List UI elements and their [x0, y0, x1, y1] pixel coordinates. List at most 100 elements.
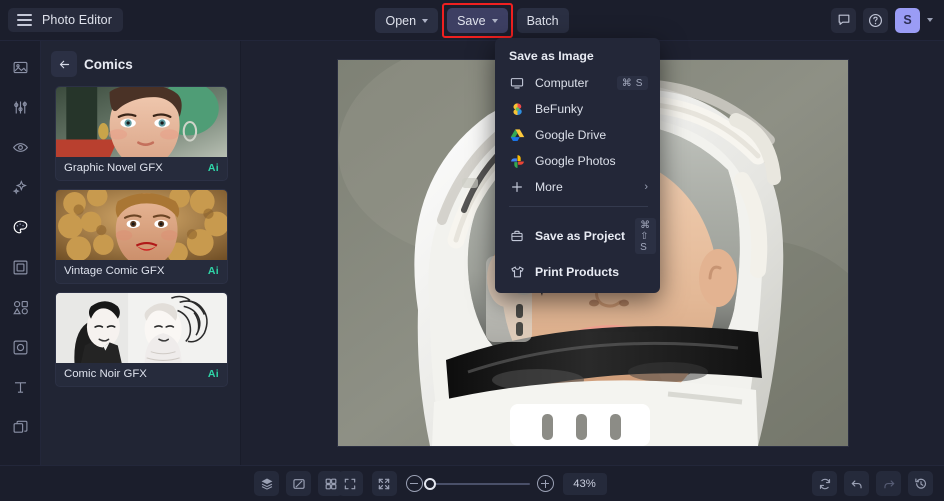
- app-title: Photo Editor: [42, 13, 112, 27]
- menu-item-label: Computer: [535, 76, 589, 90]
- arrow-left-icon: [59, 60, 69, 68]
- zoom-slider-group: [405, 475, 554, 492]
- save-button[interactable]: Save: [447, 8, 508, 33]
- shortcut-badge: ⌘ S: [616, 76, 648, 90]
- reset-button[interactable]: [812, 471, 837, 496]
- comic-noir-preview-icon: [56, 293, 227, 363]
- topbar-right: S: [831, 7, 944, 33]
- feedback-button[interactable]: [831, 7, 856, 33]
- google-drive-icon: [509, 127, 525, 143]
- zoom-out-icon[interactable]: [405, 475, 423, 492]
- batch-button[interactable]: Batch: [516, 8, 569, 33]
- sidebar-item-image[interactable]: [6, 53, 34, 81]
- chevron-down-icon[interactable]: [927, 18, 933, 22]
- menu-item-label: BeFunky: [535, 102, 584, 116]
- app-menu-button[interactable]: Photo Editor: [8, 8, 123, 32]
- menu-item-label: Save as Project: [535, 229, 626, 243]
- editor-body: Comics Graphic Novel GFX Ai Vintage Comi…: [0, 41, 944, 465]
- list-item[interactable]: Comic Noir GFX Ai: [55, 292, 228, 387]
- effect-thumbnail: [56, 190, 227, 260]
- menu-item-google-photos[interactable]: Google Photos: [495, 148, 660, 174]
- menu-item-computer[interactable]: Computer ⌘ S: [495, 70, 660, 96]
- sidebar-item-graphics[interactable]: [6, 293, 34, 321]
- panel-header: Comics: [41, 41, 240, 86]
- layers-button[interactable]: [254, 471, 279, 496]
- fit-to-screen-button[interactable]: [337, 471, 363, 496]
- grid-view-icon: [325, 478, 336, 489]
- effect-card-list: Graphic Novel GFX Ai Vintage Comic GFX A…: [41, 86, 240, 407]
- effect-thumbnail: [56, 87, 227, 157]
- help-button[interactable]: [863, 7, 888, 33]
- sidebar-item-layers[interactable]: [6, 413, 34, 441]
- top-toolbar: Photo Editor Open Save Batch S: [0, 0, 944, 41]
- image-icon: [13, 61, 27, 73]
- save-menu-header: Save as Image: [509, 49, 594, 63]
- effect-card-footer: Comic Noir GFX Ai: [56, 363, 227, 386]
- sidebar-item-text[interactable]: [6, 373, 34, 401]
- menu-item-befunky[interactable]: BeFunky: [495, 96, 660, 122]
- avatar[interactable]: S: [895, 7, 920, 33]
- zoom-level-value[interactable]: 43%: [562, 472, 607, 495]
- menu-divider: [509, 206, 648, 207]
- menu-item-google-drive[interactable]: Google Drive: [495, 122, 660, 148]
- back-button[interactable]: [51, 51, 77, 77]
- bottombar-right-tools: [812, 471, 933, 496]
- tool-rail: [0, 41, 41, 465]
- open-button[interactable]: Open: [375, 8, 439, 33]
- sidebar-item-overlays[interactable]: [6, 333, 34, 361]
- sidebar-item-effects[interactable]: [6, 173, 34, 201]
- chevron-down-icon: [491, 19, 498, 23]
- monitor-icon: [509, 75, 525, 91]
- list-item[interactable]: Vintage Comic GFX Ai: [55, 189, 228, 284]
- menu-item-print-products[interactable]: Print Products: [495, 259, 660, 285]
- sidebar-item-artsy[interactable]: [6, 213, 34, 241]
- history-button[interactable]: [908, 471, 933, 496]
- redo-button[interactable]: [876, 471, 901, 496]
- tshirt-icon: [509, 264, 525, 280]
- menu-item-label: Google Drive: [535, 128, 607, 142]
- question-circle-icon: [869, 13, 882, 27]
- page-title: Comics: [84, 56, 133, 72]
- sidebar-item-retouch[interactable]: [6, 133, 34, 161]
- chevron-down-icon: [422, 19, 429, 23]
- list-item-label: Graphic Novel GFX: [64, 162, 163, 174]
- topbar-center-menus: Open Save Batch: [0, 0, 944, 41]
- history-icon: [914, 477, 926, 489]
- undo-button[interactable]: [844, 471, 869, 496]
- eye-retouch-icon: [12, 142, 28, 152]
- save-button-wrapper: Save: [442, 3, 513, 38]
- actual-size-button[interactable]: [371, 471, 397, 496]
- plus-icon: [509, 179, 525, 195]
- bottom-toolbar: 43%: [0, 465, 944, 501]
- sidebar-item-frames[interactable]: [6, 253, 34, 281]
- graphics-shapes-icon: [12, 300, 28, 314]
- ai-badge: Ai: [207, 162, 219, 174]
- redo-icon: [883, 479, 894, 488]
- sidebar-item-adjust[interactable]: [6, 93, 34, 121]
- menu-item-label: Print Products: [535, 265, 619, 279]
- list-item-label: Vintage Comic GFX: [64, 265, 165, 277]
- zoom-slider[interactable]: [423, 477, 530, 490]
- befunky-logo-icon: [509, 101, 525, 117]
- menu-item-more[interactable]: More ›: [495, 174, 660, 200]
- effects-sparkle-icon: [12, 179, 27, 195]
- ai-badge: Ai: [207, 265, 219, 277]
- save-menu-dropdown: Save as Image Computer ⌘ S BeFunky Googl…: [495, 38, 660, 293]
- project-icon: [509, 228, 525, 244]
- layers-manager-icon: [13, 420, 27, 433]
- menu-item-label: Google Photos: [535, 154, 616, 168]
- menu-item-save-as-project[interactable]: Save as Project ⌘ ⇧ S: [495, 213, 660, 259]
- effect-thumbnail: [56, 293, 227, 363]
- shortcut-badge: ⌘ ⇧ S: [635, 218, 656, 254]
- google-photos-icon: [509, 153, 525, 169]
- chevron-right-icon: ›: [644, 181, 648, 193]
- artsy-palette-icon: [13, 220, 27, 233]
- frames-icon: [13, 260, 27, 274]
- zoom-slider-handle[interactable]: [423, 477, 436, 490]
- list-item-label: Comic Noir GFX: [64, 368, 147, 380]
- compare-button[interactable]: [286, 471, 311, 496]
- zoom-in-icon[interactable]: [536, 475, 554, 492]
- graphic-novel-preview-icon: [56, 87, 227, 157]
- bottombar-left-tools: [254, 471, 343, 496]
- list-item[interactable]: Graphic Novel GFX Ai: [55, 86, 228, 181]
